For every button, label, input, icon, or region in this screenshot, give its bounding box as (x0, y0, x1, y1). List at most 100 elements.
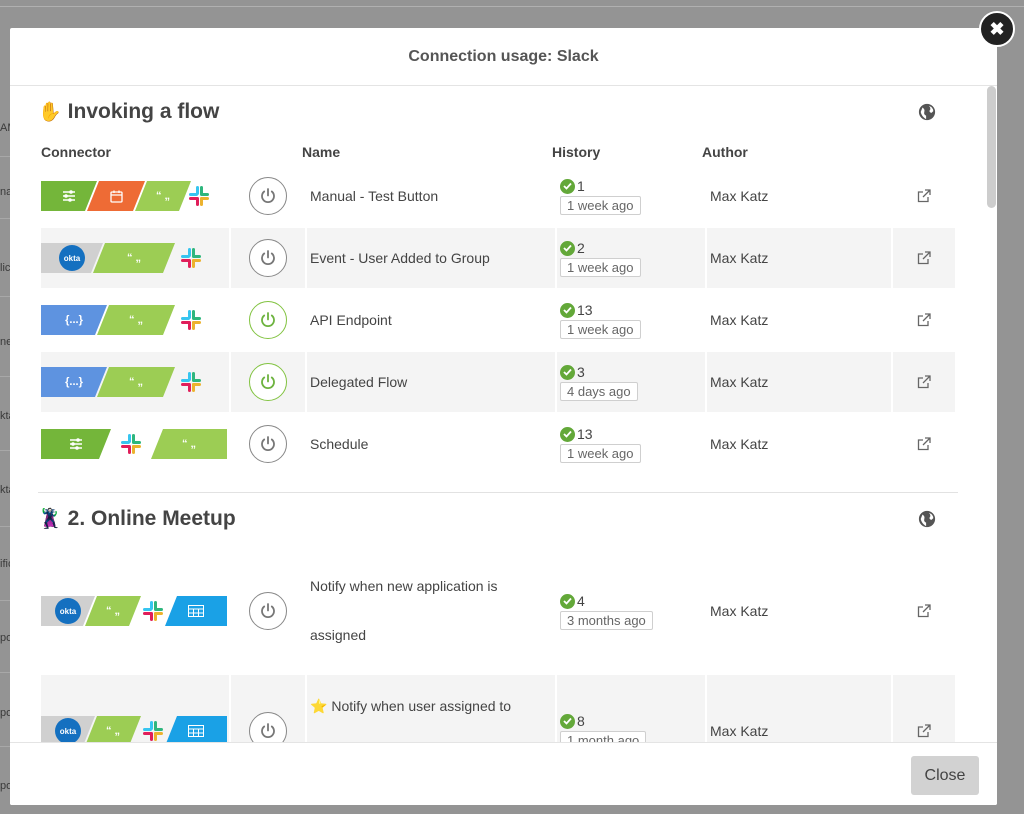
power-toggle[interactable] (249, 425, 287, 463)
section-title: 🦹 2. Online Meetup (38, 493, 958, 545)
external-link-icon[interactable] (917, 724, 931, 738)
history-cell: 3 4 days ago (557, 352, 705, 412)
table-icon (165, 716, 227, 742)
text-quote-icon: “ „ (135, 181, 191, 211)
external-link-icon[interactable] (917, 375, 931, 389)
power-icon (261, 723, 275, 738)
execution-count: 3 (577, 364, 585, 380)
author-name: Max Katz (710, 312, 769, 328)
history-cell: 2 1 week ago (557, 228, 705, 288)
flow-row[interactable]: okta “ „ Event - User Added to Group 2 1… (38, 228, 958, 288)
section-title-text: 2. Online Meetup (67, 507, 236, 530)
flow-name[interactable]: Delegated Flow (307, 352, 555, 412)
check-icon (560, 593, 575, 609)
globe-icon[interactable] (918, 510, 936, 528)
external-link-icon[interactable] (917, 313, 931, 327)
flow-row[interactable]: okta “ „ Notify when new application is … (38, 555, 958, 667)
column-history: History (552, 144, 601, 160)
check-icon (560, 178, 575, 194)
power-toggle[interactable] (249, 363, 287, 401)
section-title: ✋ Invoking a flow (38, 86, 958, 138)
author-name: Max Katz (710, 603, 769, 619)
scrollbar-thumb[interactable] (987, 86, 996, 208)
flow-name[interactable]: Event - User Added to Group (307, 228, 555, 288)
api-json-icon: {...} (41, 305, 107, 335)
okta-icon: okta (59, 245, 85, 271)
check-icon (560, 364, 575, 380)
slack-icon (101, 429, 161, 459)
connector-chain: “ „ (41, 166, 229, 226)
power-toggle[interactable] (249, 177, 287, 215)
execution-count: 4 (577, 593, 585, 609)
background-text: AM (0, 122, 10, 134)
background-text: ne (0, 336, 10, 348)
flow-name[interactable]: Notify when user assigned to application (310, 698, 511, 742)
close-button[interactable]: Close (911, 756, 979, 795)
close-icon[interactable]: ✖ (979, 11, 1015, 47)
background-text: na (0, 186, 10, 198)
text-quote-icon: “ „ (97, 367, 175, 397)
background-text: po (0, 632, 10, 644)
check-icon (560, 713, 575, 729)
okta-icon: okta (55, 718, 81, 742)
author-name: Max Katz (710, 188, 769, 204)
last-run-badge: 1 week ago (560, 444, 641, 463)
star-icon: ⭐ (310, 698, 328, 714)
power-toggle[interactable] (249, 592, 287, 630)
external-link-icon[interactable] (917, 189, 931, 203)
execution-count: 2 (577, 240, 585, 256)
last-run-badge: 1 week ago (560, 258, 641, 277)
flow-row[interactable]: okta “ „ ⭐ Notify when user assigned to … (38, 675, 958, 742)
flow-row[interactable]: “ „ Manual - Test Button 1 1 week ago Ma… (38, 166, 958, 226)
background-text: po (0, 780, 10, 792)
flow-row[interactable]: “ „ Schedule 13 1 week ago Max Katz (38, 414, 958, 474)
api-json-icon: {...} (41, 367, 107, 397)
scrollbar[interactable] (985, 86, 997, 742)
flow-row[interactable]: {...} “ „ API Endpoint 13 1 week ago Max… (38, 290, 958, 350)
flow-name[interactable]: API Endpoint (307, 290, 555, 350)
power-toggle[interactable] (249, 712, 287, 742)
power-toggle[interactable] (249, 239, 287, 277)
raised-hand-icon: ✋ (38, 102, 62, 123)
last-run-badge: 4 days ago (560, 382, 638, 401)
connection-usage-modal: Connection usage: Slack ✋ Invoking a flo… (10, 28, 997, 805)
execution-count: 13 (577, 302, 593, 318)
modal-footer: Close (10, 742, 997, 805)
history-cell: 1 1 week ago (557, 166, 705, 226)
background-text: kta (0, 484, 10, 496)
check-icon (560, 426, 575, 442)
external-link-icon[interactable] (917, 437, 931, 451)
text-quote-icon: “ „ (151, 429, 227, 459)
connector-chain: {...} “ „ (41, 290, 229, 350)
connector-chain: “ „ (41, 414, 229, 474)
globe-icon[interactable] (918, 103, 936, 121)
villain-icon: 🦹 (38, 509, 62, 530)
history-cell: 13 1 week ago (557, 290, 705, 350)
flow-name[interactable]: Notify when new application is assigned (310, 562, 555, 660)
last-run-badge: 1 week ago (560, 320, 641, 339)
execution-count: 8 (577, 713, 585, 729)
flow-group-section: ✋ Invoking a flow Connector Name History… (38, 86, 958, 493)
execution-count: 13 (577, 426, 593, 442)
background-text: ific (0, 558, 10, 570)
last-run-badge: 1 week ago (560, 196, 641, 215)
column-name: Name (302, 144, 341, 160)
author-name: Max Katz (707, 228, 891, 288)
sliders-icon (41, 429, 111, 459)
author-name: Max Katz (707, 675, 891, 742)
flow-name[interactable]: Schedule (307, 414, 555, 474)
external-link-icon[interactable] (917, 251, 931, 265)
flow-name[interactable]: Manual - Test Button (307, 166, 555, 226)
background-text: lic (0, 262, 10, 274)
text-quote-icon: “ „ (93, 243, 175, 273)
power-toggle[interactable] (249, 301, 287, 339)
background-text: kta (0, 410, 10, 422)
author-name: Max Katz (710, 436, 769, 452)
external-link-icon[interactable] (917, 604, 931, 618)
column-connector: Connector (41, 144, 111, 160)
check-icon (560, 240, 575, 256)
connector-chain: okta “ „ (41, 228, 229, 288)
power-icon (261, 188, 275, 203)
flow-group-section: 🦹 2. Online Meetup okta “ „ Notify when … (38, 493, 958, 742)
flow-row[interactable]: {...} “ „ Delegated Flow 3 4 days ago Ma… (38, 352, 958, 412)
